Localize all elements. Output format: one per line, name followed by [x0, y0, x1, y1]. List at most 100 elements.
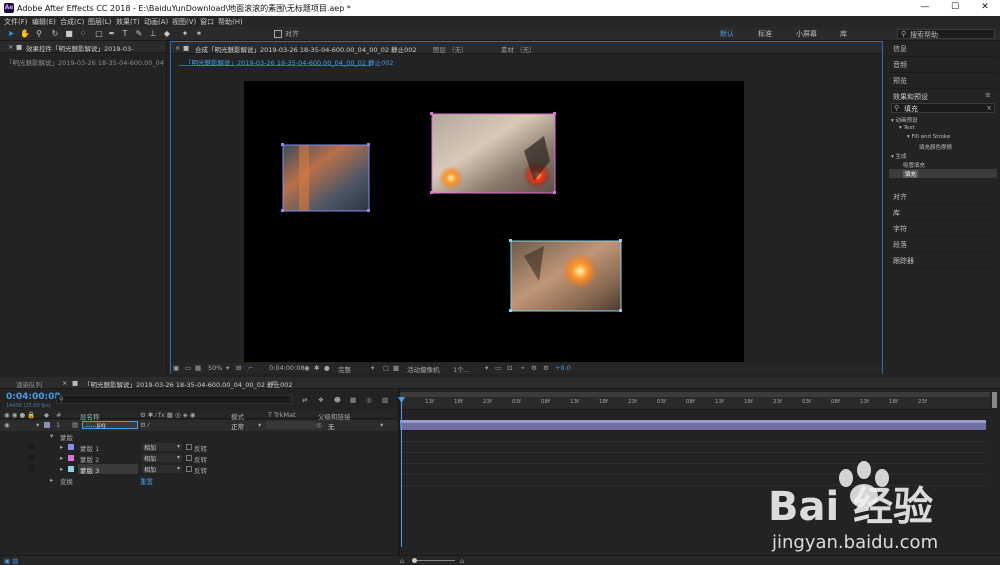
character-panel-tab[interactable]: 字符	[889, 221, 997, 237]
mask-1-region[interactable]	[281, 143, 370, 212]
tree-item-animation-presets[interactable]: ▾ 动画预设	[891, 116, 918, 124]
menu-file[interactable]: 文件(F)	[4, 17, 28, 27]
zoom-in-icon[interactable]: ⌂	[460, 557, 464, 565]
effects-search-input[interactable]: ⚲ 填充 ×	[891, 103, 995, 113]
mask-mode-select[interactable]: 相加 ▾	[142, 443, 182, 452]
mask-color-swatch[interactable]	[68, 444, 74, 450]
mask-lock-box[interactable]	[28, 454, 35, 461]
layer-switches-icons[interactable]: ⚙ ⁄	[140, 421, 149, 429]
mask-row-2[interactable]: ▸ 蒙版 2 相加 ▾ 反转	[0, 453, 398, 464]
minimize-button[interactable]: —	[910, 0, 940, 16]
pan-behind-tool-icon[interactable]: ⁘	[78, 29, 88, 39]
chevron-down-icon[interactable]: ▾	[485, 364, 488, 372]
selection-tool-icon[interactable]: ➤	[6, 29, 16, 39]
rectangle-tool-icon[interactable]: ▢	[94, 29, 104, 39]
visibility-eye-icon[interactable]: ◉	[4, 421, 10, 429]
mask-mode-select[interactable]: 相加 ▾	[142, 454, 182, 463]
workspace-default[interactable]: 默认	[720, 29, 734, 39]
maximize-button[interactable]: ☐	[940, 0, 970, 16]
puppet-tool-icon[interactable]: ✶	[194, 29, 204, 39]
menu-view[interactable]: 视图(V)	[172, 17, 196, 27]
views-select[interactable]: 1个...	[453, 364, 470, 374]
region-of-interest-icon[interactable]: ▢	[383, 364, 389, 372]
chevron-down-icon[interactable]: ▾	[380, 421, 383, 429]
paragraph-panel-tab[interactable]: 段落	[889, 237, 997, 253]
zoom-out-icon[interactable]: ⌂	[400, 557, 404, 565]
effect-controls-tab[interactable]: 效果控件「明光魅影解说」2019-03-	[26, 43, 134, 53]
mask-color-swatch[interactable]	[68, 466, 74, 472]
mask-name[interactable]: 蒙版 2	[80, 454, 99, 464]
zoom-select[interactable]: 50%	[208, 364, 222, 372]
composition-viewer[interactable]	[244, 81, 744, 362]
align-checkbox[interactable]	[274, 30, 282, 38]
expand-arrow-icon[interactable]: ▸	[60, 443, 63, 451]
menu-effect[interactable]: 效果(T)	[116, 17, 140, 27]
effects-presets-title[interactable]: 效果和预设	[889, 89, 997, 101]
camera-tool-icon[interactable]: ■	[64, 29, 74, 39]
composition-tab[interactable]: 合成「明光魅影解说」2019-03-26 18-35-04-600.00_04_…	[195, 44, 416, 54]
menu-animation[interactable]: 动画(A)	[144, 17, 168, 27]
mask-3-region[interactable]	[509, 239, 622, 312]
workspace-library[interactable]: 库	[840, 29, 847, 39]
menu-help[interactable]: 帮助(H)	[218, 17, 243, 27]
tree-item-text[interactable]: ▾ Text	[899, 125, 915, 131]
zoom-tool-icon[interactable]: ⚲	[34, 29, 44, 39]
footage-tab[interactable]: 素材 （无）	[501, 44, 536, 54]
close-icon[interactable]: ×	[175, 44, 180, 52]
trkmat-column[interactable]: T TrkMat	[268, 411, 296, 419]
pickwhip-icon[interactable]: ◎	[316, 421, 322, 429]
clear-search-icon[interactable]: ×	[986, 104, 992, 112]
panel-lock-icon[interactable]: ■	[16, 43, 22, 51]
fast-preview-icon[interactable]: ⇢	[519, 364, 524, 372]
tracker-panel-tab[interactable]: 跟踪器	[889, 253, 997, 269]
zoom-slider-thumb[interactable]	[412, 558, 417, 563]
layer-label-color[interactable]	[44, 422, 50, 428]
rotate-tool-icon[interactable]: ↻	[50, 29, 60, 39]
exposure-reset-icon[interactable]: ⚙	[543, 364, 549, 372]
audio-panel-tab[interactable]: 音频	[889, 57, 997, 73]
composition-mini-flowchart-icon[interactable]: ⇄	[302, 396, 307, 404]
workspace-small-screen[interactable]: 小屏幕	[796, 29, 817, 39]
exposure-value[interactable]: +0.0	[555, 364, 571, 372]
tree-item-fill-selected[interactable]: 填充	[889, 169, 997, 178]
layer-parent-select[interactable]: 无	[328, 421, 335, 431]
libraries-panel-tab[interactable]: 库	[889, 205, 997, 221]
render-queue-tab[interactable]: 渲染队列	[16, 379, 42, 389]
mask-name-selected[interactable]: 蒙版 3	[78, 464, 138, 475]
preview-panel-tab[interactable]: 预览	[889, 73, 997, 89]
expand-arrow-icon[interactable]: ▾	[50, 432, 53, 440]
clone-stamp-tool-icon[interactable]: ⊥	[148, 29, 158, 39]
flowchart-icon[interactable]: ⊡	[507, 364, 512, 372]
mask-row-3[interactable]: ▸ 蒙版 3 相加 ▾ 反转	[0, 464, 398, 475]
zoom-slider[interactable]	[415, 560, 455, 561]
close-icon[interactable]: ×	[62, 379, 67, 387]
layer-mode-select[interactable]: 正常	[231, 421, 244, 431]
mask-lock-box[interactable]	[28, 465, 35, 472]
help-search-input[interactable]: ⚲ 搜索帮助	[897, 29, 995, 39]
show-snapshot-icon[interactable]: ✱	[314, 364, 319, 372]
expand-arrow-icon[interactable]: ▸	[60, 465, 63, 473]
transparency-grid-icon[interactable]: ▩	[393, 364, 399, 372]
menu-layer[interactable]: 图层(L)	[88, 17, 111, 27]
close-button[interactable]: ✕	[970, 0, 1000, 16]
layer-tab[interactable]: 图层 （无）	[433, 44, 468, 54]
chevron-down-icon[interactable]: ▾	[226, 364, 229, 372]
workspace-standard[interactable]: 标准	[758, 29, 772, 39]
chevron-down-icon[interactable]: ▾	[258, 421, 261, 429]
panel-menu-icon[interactable]: ≡	[272, 379, 277, 387]
menu-edit[interactable]: 编辑(E)	[32, 17, 56, 27]
mask-row-1[interactable]: ▸ 蒙版 1 相加 ▾ 反转	[0, 442, 398, 453]
graph-editor-icon[interactable]: ▧	[382, 396, 388, 404]
menu-composition[interactable]: 合成(C)	[60, 17, 84, 27]
mask-2-region[interactable]	[430, 112, 556, 194]
invert-checkbox[interactable]	[186, 455, 192, 461]
panel-menu-icon[interactable]: ≡	[985, 91, 991, 99]
transform-row[interactable]: ▸ 变换 重置	[0, 475, 398, 486]
invert-checkbox[interactable]	[186, 466, 192, 472]
roto-brush-tool-icon[interactable]: ✦	[180, 29, 190, 39]
trkmat-field[interactable]	[266, 421, 316, 429]
resolution-select[interactable]: 完整	[338, 364, 351, 374]
toggle-switches-icon[interactable]: ▣ ▤	[4, 557, 18, 565]
hand-tool-icon[interactable]: ✋	[20, 29, 30, 39]
close-icon[interactable]: ×	[8, 43, 13, 51]
